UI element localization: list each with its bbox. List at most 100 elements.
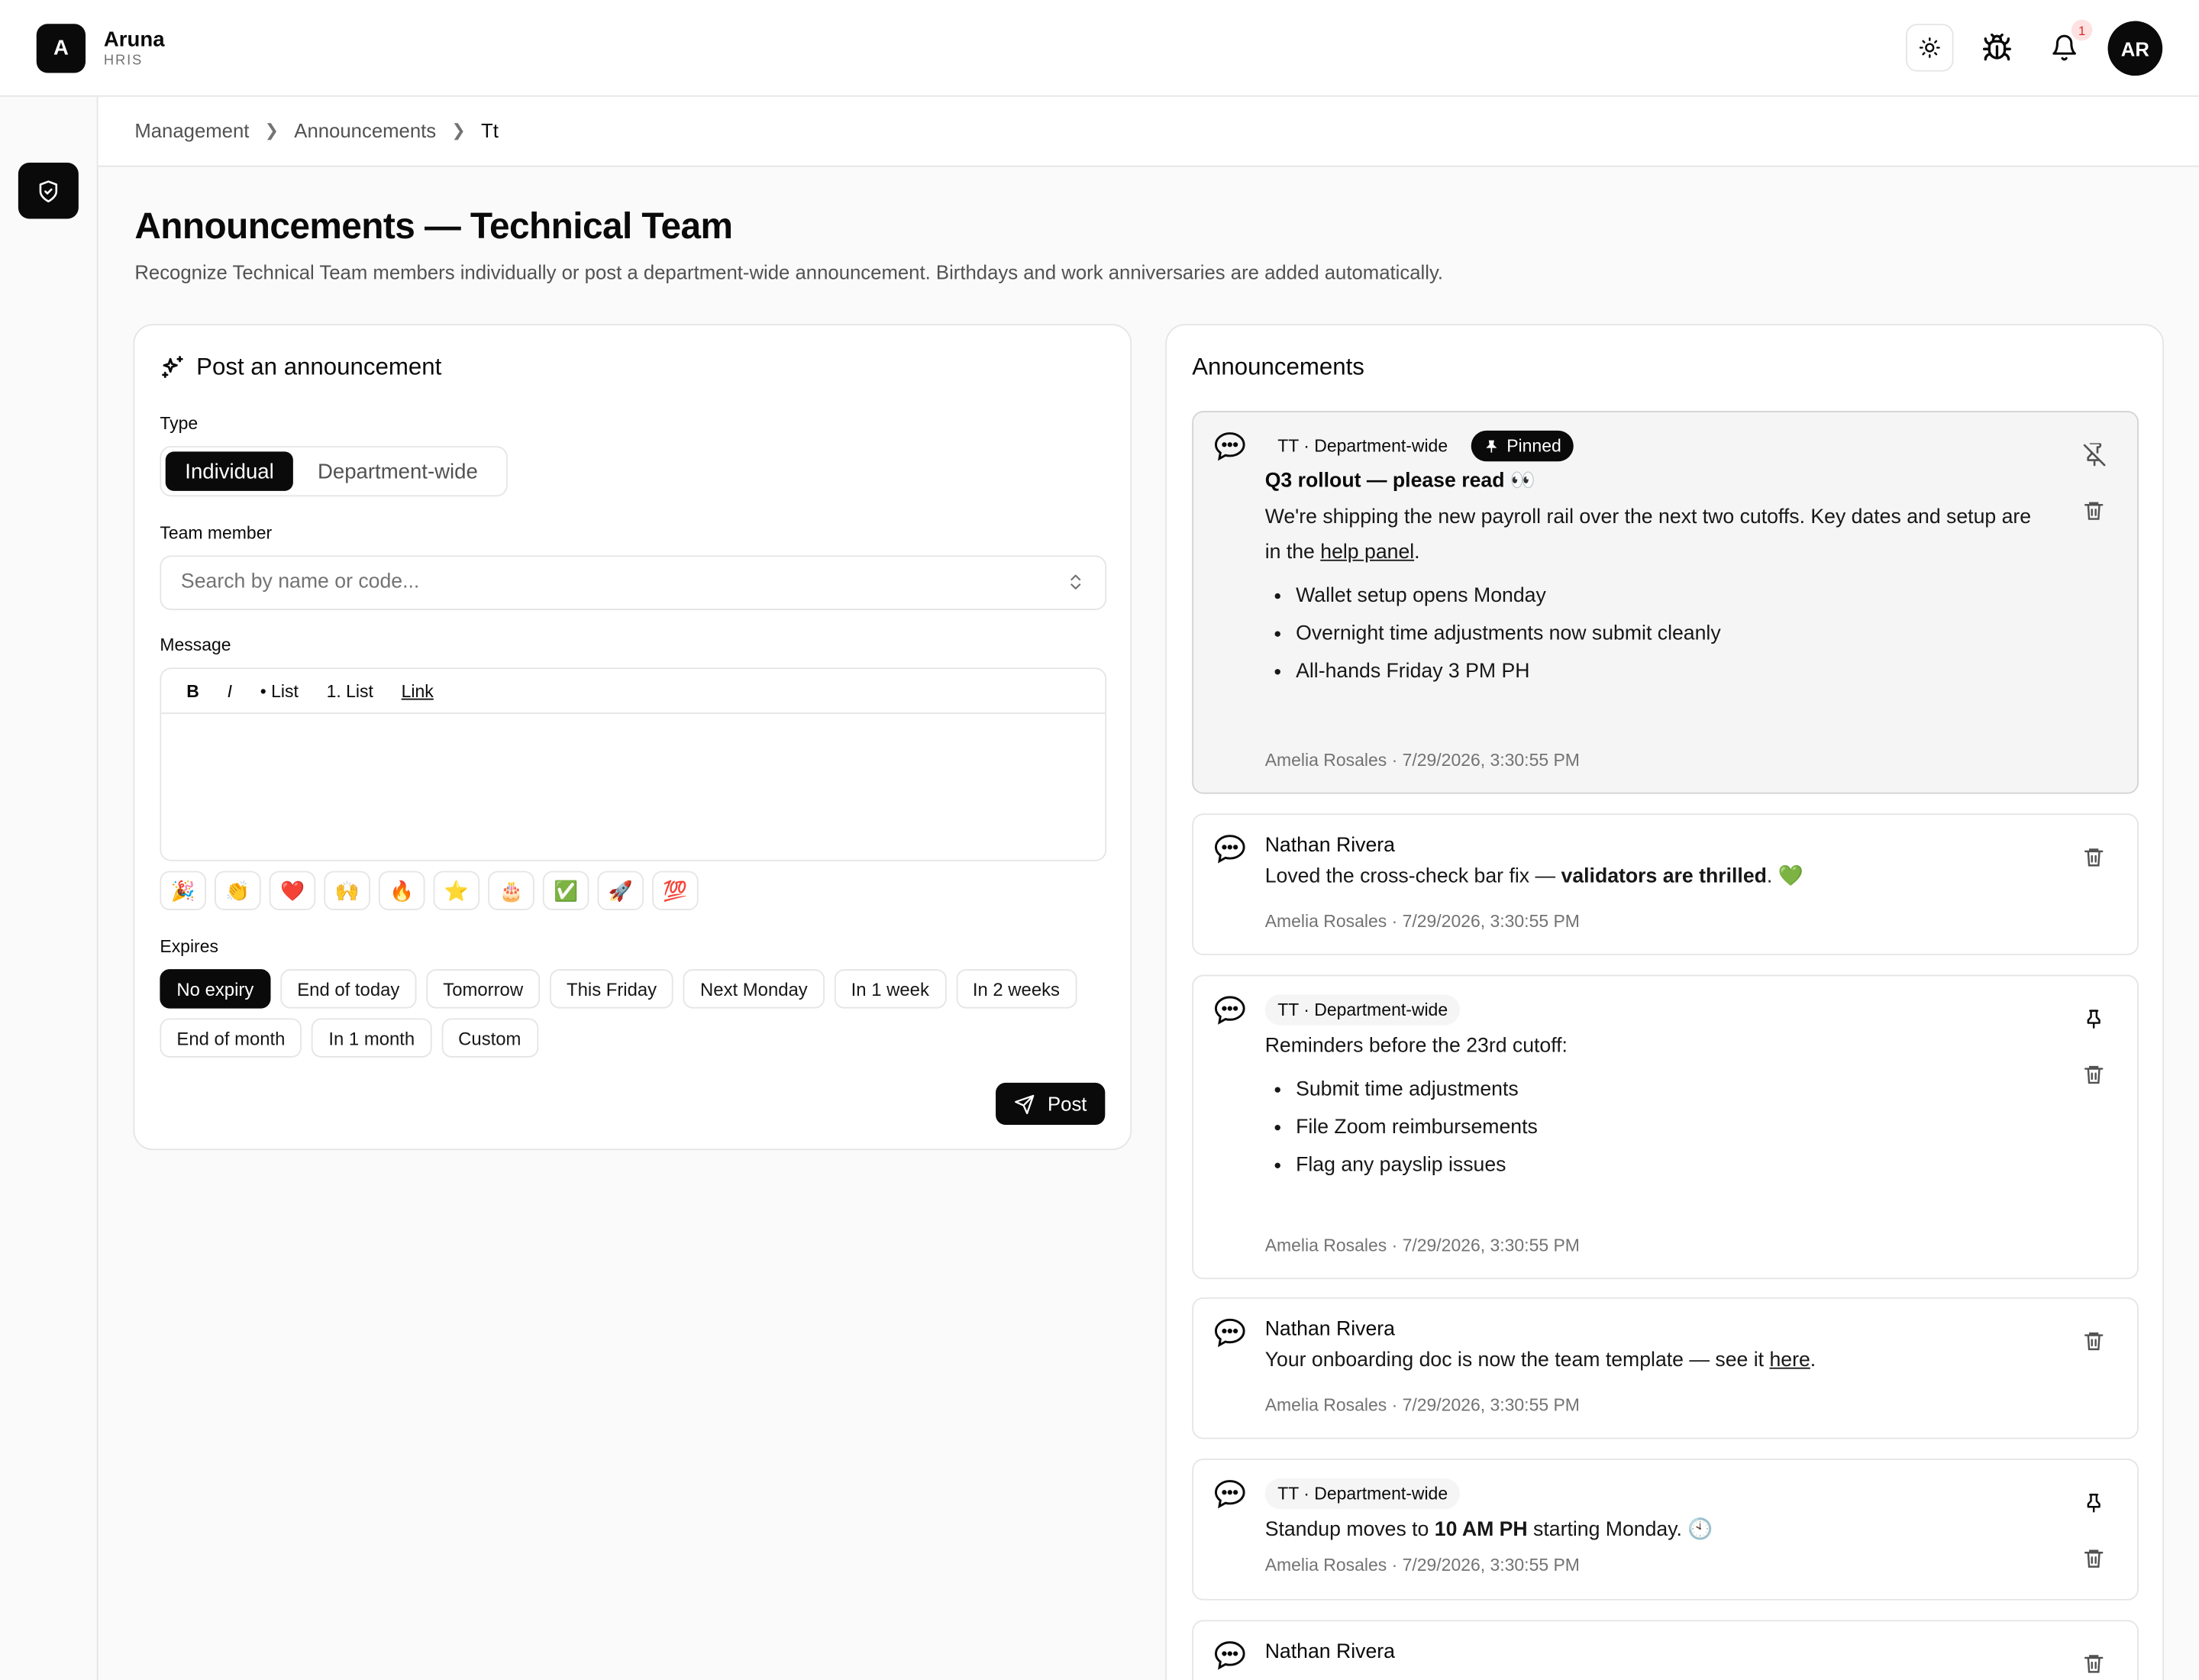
expires-options: No expiry End of today Tomorrow This Fri… bbox=[160, 969, 1113, 1058]
announcement-content: TT · Department-wide Pinned Q3 rollout —… bbox=[1265, 429, 2039, 691]
type-label: Type bbox=[160, 413, 199, 434]
announcement-item: TT · Department-wide Pinned Q3 rollout —… bbox=[1192, 411, 2139, 794]
emoji-button[interactable]: 🎉 bbox=[160, 871, 206, 911]
department-tag: TT · Department-wide bbox=[1264, 994, 1461, 1026]
bullet-list-button[interactable]: • List bbox=[260, 681, 299, 701]
editor-toolbar: B I • List 1. List Link bbox=[161, 669, 1106, 714]
theme-toggle-button[interactable] bbox=[1906, 24, 1954, 72]
announcement-content: Nathan Rivera Your onboarding doc is now… bbox=[1265, 1318, 2039, 1378]
recipient-name: Nathan Rivera bbox=[1264, 1640, 1395, 1664]
expires-option-custom[interactable]: Custom bbox=[441, 1018, 538, 1058]
emoji-button[interactable]: ✅ bbox=[542, 871, 589, 911]
pinned-badge: Pinned bbox=[1471, 430, 1574, 462]
emoji-button[interactable]: ⭐ bbox=[433, 871, 480, 911]
announcement-text: We're shipping the new payroll rail over… bbox=[1264, 506, 2032, 564]
message-editor[interactable]: B I • List 1. List Link bbox=[160, 667, 1107, 861]
expires-option-this-friday[interactable]: This Friday bbox=[549, 969, 674, 1009]
tag-row: TT · Department-wide bbox=[1264, 993, 2039, 1026]
announcement-meta: Amelia Rosales · 7/29/2026, 3:30:55 PM bbox=[1264, 1236, 1580, 1255]
trash-icon bbox=[2084, 1549, 2104, 1568]
announcement-item: TT · Department-wide Standup moves to 10… bbox=[1192, 1459, 2139, 1601]
department-tag: TT · Department-wide bbox=[1264, 1478, 1461, 1510]
post-button[interactable]: Post bbox=[996, 1082, 1106, 1126]
emoji-button[interactable]: 🚀 bbox=[597, 871, 644, 911]
message-bubble-icon bbox=[1214, 1318, 1245, 1348]
list-item: Submit time adjustments bbox=[1296, 1071, 2039, 1110]
announcement-meta: Amelia Rosales · 7/29/2026, 3:30:55 PM bbox=[1264, 1395, 1580, 1416]
expires-option-end-of-today[interactable]: End of today bbox=[280, 969, 417, 1009]
emoji-button[interactable]: 🔥 bbox=[378, 871, 425, 911]
pin-icon bbox=[1486, 439, 1498, 452]
notification-badge: 1 bbox=[2071, 19, 2093, 41]
numbered-list-button[interactable]: 1. List bbox=[327, 681, 373, 701]
list-item: Wallet setup opens Monday bbox=[1296, 578, 2039, 616]
pin-button[interactable] bbox=[2081, 1006, 2107, 1031]
delete-button[interactable] bbox=[2081, 1328, 2107, 1353]
here-link[interactable]: here bbox=[1769, 1349, 1810, 1371]
message-bubble-icon bbox=[1214, 835, 1245, 864]
announcement-meta: Amelia Rosales · 7/29/2026, 3:30:55 PM bbox=[1264, 1555, 1580, 1575]
brand: Aruna HRIS bbox=[104, 28, 165, 70]
team-member-select[interactable]: Search by name or code... bbox=[160, 555, 1107, 610]
bold-button[interactable]: B bbox=[186, 681, 199, 701]
pin-button[interactable] bbox=[2081, 1490, 2107, 1515]
help-panel-link[interactable]: help panel bbox=[1320, 541, 1414, 564]
user-avatar[interactable]: AR bbox=[2107, 21, 2163, 76]
top-bar: A Aruna HRIS 1 AR bbox=[0, 0, 2199, 97]
pin-icon bbox=[2087, 1010, 2101, 1029]
expires-option-in-2-weeks[interactable]: In 2 weeks bbox=[955, 969, 1077, 1009]
member-label: Team member bbox=[160, 523, 273, 543]
announcement-text: Loved the cross-check bar fix — validato… bbox=[1264, 865, 1803, 888]
unpin-button[interactable] bbox=[2081, 442, 2107, 467]
expires-option-end-of-month[interactable]: End of month bbox=[160, 1018, 302, 1058]
announcement-meta: Amelia Rosales · 7/29/2026, 3:30:55 PM bbox=[1264, 750, 1580, 771]
post-heading-text: Post an announcement bbox=[196, 353, 442, 380]
expires-option-tomorrow[interactable]: Tomorrow bbox=[426, 969, 541, 1009]
sparkles-icon bbox=[162, 356, 183, 378]
sidebar-item-management[interactable] bbox=[18, 163, 79, 219]
emoji-button[interactable]: 🙌 bbox=[324, 871, 370, 911]
recipient-name: Nathan Rivera bbox=[1264, 834, 1395, 858]
announcement-text: Standup moves to 10 AM PH starting Monda… bbox=[1264, 1519, 1713, 1542]
list-item: File Zoom reimbursements bbox=[1296, 1110, 2039, 1148]
announcement-meta: Amelia Rosales · 7/29/2026, 3:30:55 PM bbox=[1264, 911, 1580, 932]
expires-option-in-1-month[interactable]: In 1 month bbox=[312, 1018, 432, 1058]
chevron-right-icon: ❯ bbox=[451, 120, 466, 141]
announcement-text: Reminders before the 23rd cutoff: bbox=[1264, 1035, 1568, 1058]
delete-button[interactable] bbox=[2081, 845, 2107, 870]
breadcrumb-management[interactable]: Management bbox=[134, 119, 249, 141]
emoji-button[interactable]: 💯 bbox=[652, 871, 699, 911]
bug-icon bbox=[1982, 33, 2011, 61]
announcement-content: TT · Department-wide Standup moves to 10… bbox=[1264, 1477, 2039, 1549]
breadcrumb-announcements[interactable]: Announcements bbox=[294, 119, 436, 141]
expires-option-no-expiry[interactable]: No expiry bbox=[160, 969, 271, 1009]
announcements-card: Announcements TT · Department-wide Pinne… bbox=[1165, 324, 2165, 1680]
italic-button[interactable]: I bbox=[228, 681, 232, 701]
emoji-button[interactable]: 🎂 bbox=[488, 871, 534, 911]
announcement-bullets: Wallet setup opens Monday Overnight time… bbox=[1265, 578, 2039, 692]
emoji-button[interactable]: ❤️ bbox=[269, 871, 316, 911]
app-subtitle: HRIS bbox=[103, 53, 144, 69]
announcement-bullets: Submit time adjustments File Zoom reimbu… bbox=[1265, 1071, 2039, 1185]
announcement-item: TT · Department-wide Reminders before th… bbox=[1192, 974, 2139, 1280]
post-announcement-card: Post an announcement Type Individual Dep… bbox=[133, 324, 1132, 1151]
delete-button[interactable] bbox=[2081, 498, 2107, 523]
emoji-picker: 🎉 👏 ❤️ 🙌 🔥 ⭐ 🎂 ✅ 🚀 💯 bbox=[160, 871, 699, 911]
list-item: Overnight time adjustments now submit cl… bbox=[1296, 615, 2039, 654]
tag-row: TT · Department-wide bbox=[1264, 1477, 2039, 1510]
emoji-button[interactable]: 👏 bbox=[215, 871, 261, 911]
bug-report-button[interactable] bbox=[1973, 24, 2020, 71]
delete-button[interactable] bbox=[2081, 1546, 2107, 1571]
expires-option-next-monday[interactable]: Next Monday bbox=[683, 969, 825, 1009]
expires-option-in-1-week[interactable]: In 1 week bbox=[834, 969, 946, 1009]
link-button[interactable]: Link bbox=[402, 681, 434, 701]
breadcrumb: Management ❯ Announcements ❯ Tt bbox=[134, 119, 499, 141]
delete-button[interactable] bbox=[2081, 1651, 2107, 1676]
delete-button[interactable] bbox=[2081, 1061, 2107, 1087]
trash-icon bbox=[2084, 1332, 2104, 1351]
type-individual-button[interactable]: Individual bbox=[165, 451, 294, 491]
type-department-button[interactable]: Department-wide bbox=[293, 451, 502, 490]
pin-off-icon bbox=[2082, 442, 2105, 466]
app-logo[interactable]: A bbox=[36, 24, 86, 73]
shield-check-icon bbox=[39, 179, 58, 202]
